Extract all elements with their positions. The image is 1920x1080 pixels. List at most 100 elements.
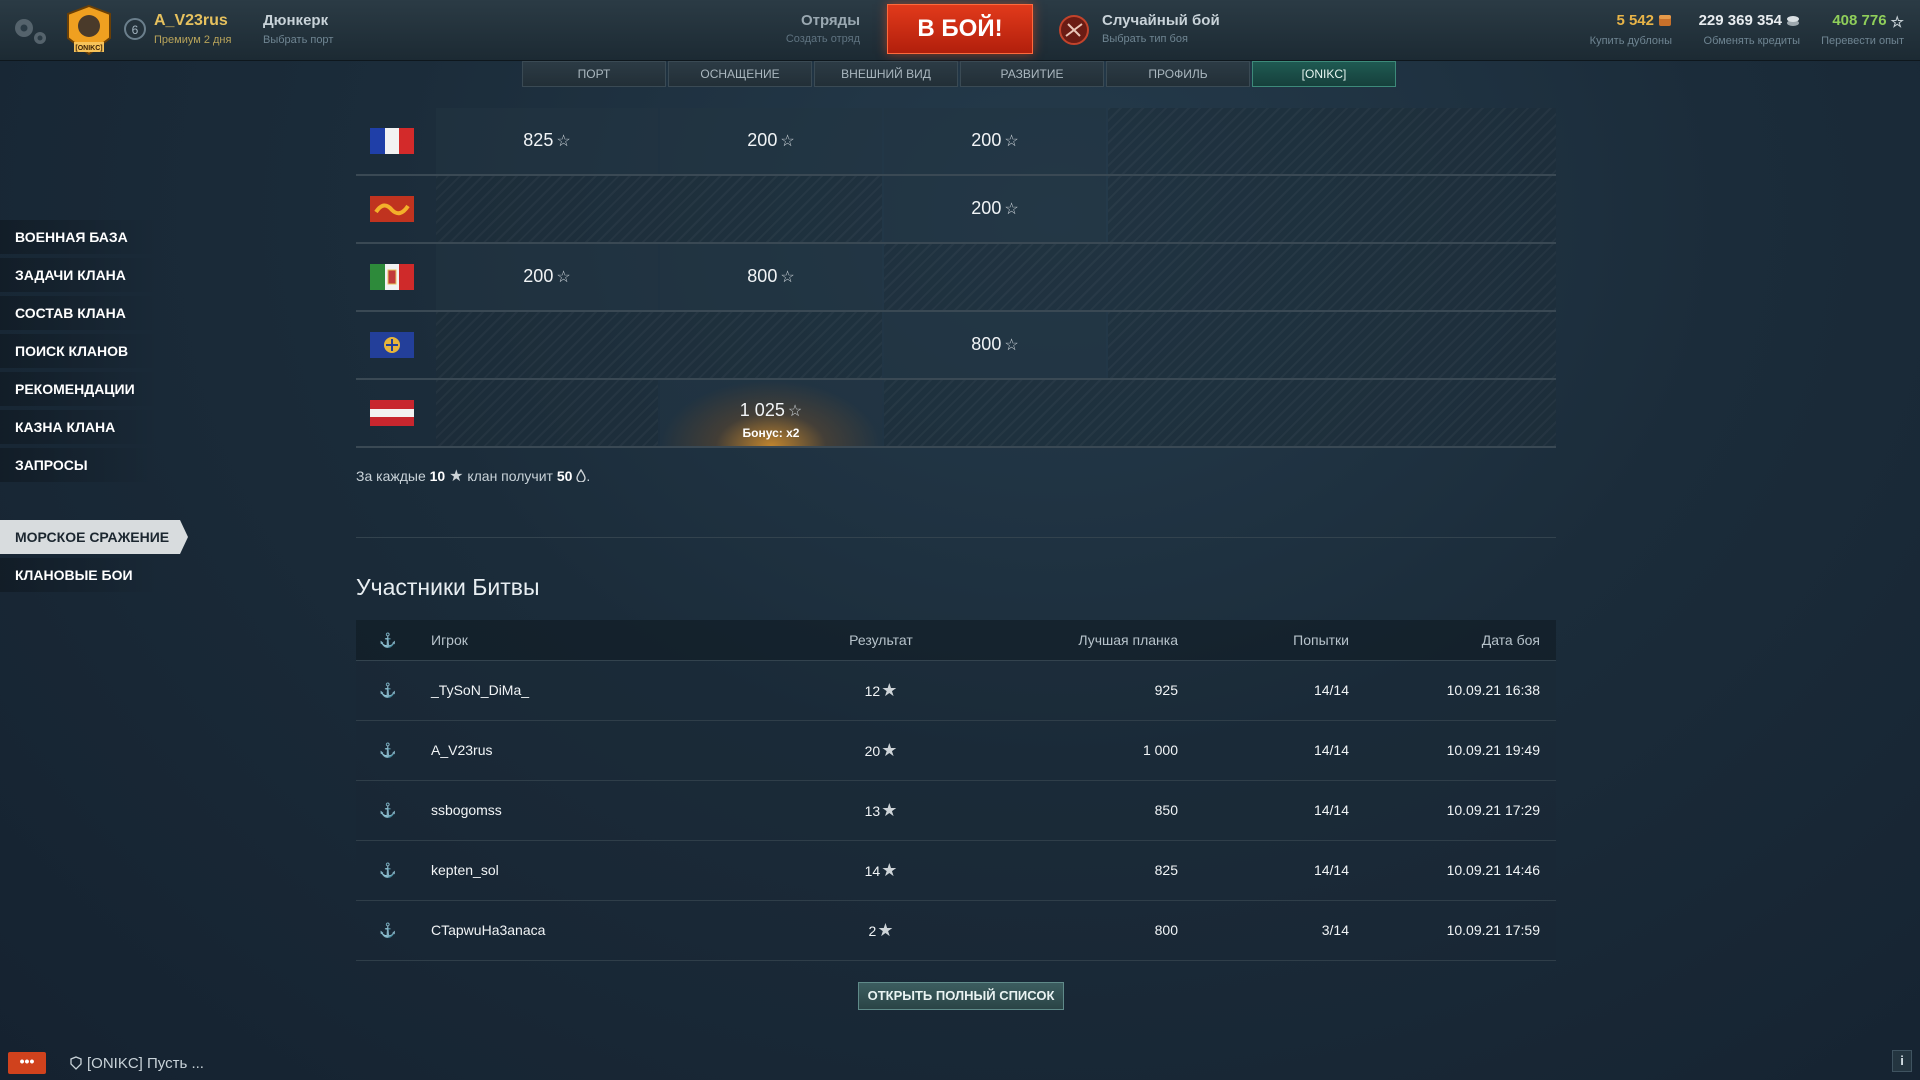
xp-star-icon: ☆ [1890, 14, 1904, 31]
header-player[interactable]: Игрок [431, 620, 468, 660]
port-name[interactable]: Дюнкерк [263, 12, 328, 29]
free-xp-balance[interactable]: 408 776 ☆ [1808, 12, 1904, 31]
table-row[interactable]: ⚓ CTapwuHa3anaca 2★ 800 3/14 10.09.21 17… [356, 901, 1556, 961]
main-tabs: ПОРТ ОСНАЩЕНИЕ ВНЕШНИЙ ВИД РАЗВИТИЕ ПРОФ… [522, 61, 1398, 87]
stars-cell: 200 ☆ [436, 244, 658, 310]
result-value: 20 [864, 743, 881, 759]
nation-flag-cell [356, 244, 436, 310]
star-filled-icon: ★ [881, 800, 898, 820]
stars-cell: 200 ☆ [884, 176, 1106, 242]
open-full-list-button[interactable]: ОТКРЫТЬ ПОЛНЫЙ СПИСОК [858, 982, 1064, 1010]
player-name[interactable]: _TySoN_DiMa_ [431, 661, 529, 720]
anchor-icon: ⚓ [379, 862, 397, 878]
date-value: 10.09.21 16:38 [1446, 682, 1540, 698]
reward-note: За каждые 10 ★ клан получит 50 . [356, 466, 590, 486]
chat-channel[interactable]: [ONIKC] Пусть ... [70, 1055, 204, 1072]
nation-row: 200 ☆ 800 ☆ [356, 244, 1556, 312]
sidebar-item-clan-battles[interactable]: КЛАНОВЫЕ БОИ [0, 558, 160, 592]
star-filled-icon: ★ [877, 920, 894, 940]
note-middle: клан получит [467, 468, 553, 484]
settings-gear-icon[interactable] [8, 8, 52, 52]
tab-appearance[interactable]: ВНЕШНИЙ ВИД [814, 61, 958, 87]
credits-balance[interactable]: 229 369 354 [1680, 12, 1800, 29]
empty-cell [1108, 312, 1556, 378]
clan-emblem-icon[interactable]: [ONIKC] [64, 4, 114, 56]
battle-button[interactable]: В БОЙ! [887, 4, 1033, 54]
tab-profile[interactable]: ПРОФИЛЬ [1106, 61, 1250, 87]
battle-mode-title[interactable]: Случайный бой [1102, 12, 1220, 29]
result-cell: 14★ [836, 841, 926, 901]
result-cell: 20★ [836, 721, 926, 781]
sidebar-item-recommendations[interactable]: РЕКОМЕНДАЦИИ [0, 372, 160, 406]
exchange-credits-link[interactable]: Обменять кредиты [1680, 35, 1800, 47]
anchor-icon: ⚓ [379, 802, 397, 818]
header-best[interactable]: Лучшая планка [976, 620, 1178, 660]
sidebar-item-military-base[interactable]: ВОЕННАЯ БАЗА [0, 220, 160, 254]
convert-xp-link[interactable]: Перевести опыт [1808, 35, 1904, 47]
note-stars: 10 [429, 468, 446, 484]
random-battle-icon[interactable] [1058, 14, 1090, 46]
info-button[interactable]: i [1892, 1050, 1912, 1072]
result-value: 13 [864, 803, 881, 819]
clan-shield-icon [70, 1056, 82, 1070]
user-name[interactable]: A_V23rus [154, 12, 228, 30]
anchor-icon[interactable]: ⚓ [378, 620, 398, 660]
player-name[interactable]: CTapwuHa3anaca [431, 901, 545, 960]
tab-clan[interactable]: [ONIKC] [1252, 61, 1396, 87]
player-name[interactable]: kepten_sol [431, 841, 499, 900]
nation-flag-cell [356, 380, 436, 446]
header-date[interactable]: Дата боя [1366, 620, 1540, 660]
sidebar-item-clan-members[interactable]: СОСТАВ КЛАНА [0, 296, 160, 330]
sidebar-item-naval-battle[interactable]: МОРСКОЕ СРАЖЕНИЕ [0, 520, 188, 554]
star-outline-icon: ☆ [556, 133, 571, 150]
nation-row: 825 ☆ 200 ☆ 200 ☆ [356, 108, 1556, 176]
star-outline-icon: ☆ [787, 403, 803, 420]
best-value: 850 [1154, 802, 1178, 818]
doubloons-value: 5 542 [1616, 12, 1654, 29]
attempts-value: 14/14 [1313, 862, 1349, 878]
nation-flag-cell [356, 176, 436, 242]
oil-drop-icon [576, 468, 587, 483]
rank-badge: 6 [124, 18, 146, 40]
table-row[interactable]: ⚓ A_V23rus 20★ 1 000 14/14 10.09.21 19:4… [356, 721, 1556, 781]
header-result[interactable]: Результат [836, 620, 926, 660]
stars-value: 825 [523, 130, 554, 150]
bonus-label: Бонус: x2 [742, 426, 800, 440]
empty-cell [436, 312, 882, 378]
doubloons-balance[interactable]: 5 542 [1560, 12, 1672, 29]
empty-cell [1108, 108, 1556, 174]
date-value: 10.09.21 14:46 [1446, 862, 1540, 878]
create-squad-link[interactable]: Создать отряд [760, 33, 860, 45]
stars-value: 200 [747, 130, 778, 150]
best-value: 800 [1154, 922, 1178, 938]
stars-cell: 800 ☆ [884, 312, 1106, 378]
sidebar-item-clan-search[interactable]: ПОИСК КЛАНОВ [0, 334, 160, 368]
best-value: 1 000 [1142, 742, 1178, 758]
squads-button[interactable]: Отряды [760, 12, 860, 29]
note-suffix: . [586, 468, 591, 484]
participants-table: ⚓ Игрок Результат Лучшая планка Попытки … [356, 620, 1556, 961]
star-filled-icon: ★ [881, 680, 898, 700]
sidebar-item-clan-treasury[interactable]: КАЗНА КЛАНА [0, 410, 160, 444]
table-row[interactable]: ⚓ _TySoN_DiMa_ 12★ 925 14/14 10.09.21 16… [356, 661, 1556, 721]
header-attempts[interactable]: Попытки [1206, 620, 1349, 660]
anchor-icon: ⚓ [379, 922, 397, 938]
sidebar-item-requests[interactable]: ЗАПРОСЫ [0, 448, 160, 482]
star-outline-icon: ☆ [1004, 337, 1019, 354]
stars-value: 800 [971, 334, 1002, 354]
chat-menu-button[interactable]: ••• [8, 1052, 46, 1074]
tab-research[interactable]: РАЗВИТИЕ [960, 61, 1104, 87]
nation-flag-cell [356, 312, 436, 378]
player-name[interactable]: ssbogomss [431, 781, 502, 840]
sidebar-item-clan-tasks[interactable]: ЗАДАЧИ КЛАНА [0, 258, 160, 292]
select-port-link[interactable]: Выбрать порт [263, 34, 333, 46]
premium-status[interactable]: Премиум 2 дня [154, 34, 231, 46]
table-row[interactable]: ⚓ kepten_sol 14★ 825 14/14 10.09.21 14:4… [356, 841, 1556, 901]
player-name[interactable]: A_V23rus [431, 721, 492, 780]
select-battle-type-link[interactable]: Выбрать тип боя [1102, 33, 1188, 45]
buy-doubloons-link[interactable]: Купить дублоны [1560, 35, 1672, 47]
tab-equipment[interactable]: ОСНАЩЕНИЕ [668, 61, 812, 87]
table-row[interactable]: ⚓ ssbogomss 13★ 850 14/14 10.09.21 17:29 [356, 781, 1556, 841]
best-value: 825 [1154, 862, 1178, 878]
tab-port[interactable]: ПОРТ [522, 61, 666, 87]
